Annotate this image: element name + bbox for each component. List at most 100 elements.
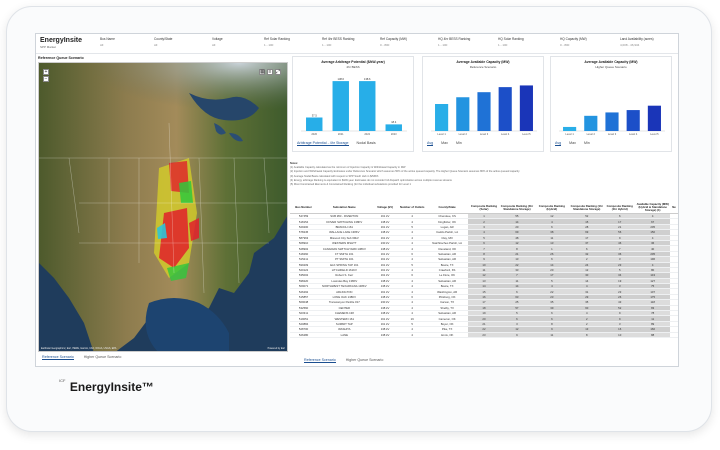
column-header[interactable]: Composite Ranking (1hr Hybrid) [604, 202, 636, 214]
column-header[interactable]: County/State [425, 202, 469, 214]
chart-toggle-button[interactable]: Nodal Basis [357, 141, 376, 146]
filter-value[interactable]: 0 - 800 [380, 43, 407, 47]
bar-chart: Level 1 Level 2 Level 3 Level 4 Level 5 [431, 85, 537, 136]
table-row[interactable]: 532560 CENTER 138 kV 4 Shelby, TX 18 57 39 60 52 8… [290, 305, 678, 312]
chart-bar[interactable] [584, 115, 598, 131]
column-header[interactable]: Composite Ranking (Solar) [468, 202, 500, 214]
chart-title: Average Available Capacity (MW) [584, 60, 638, 64]
table-row[interactable]: 515857 LONE OAK 138KV 138 kV 6 Pittsburg, OK… [290, 294, 678, 301]
chart-bar[interactable] [605, 112, 619, 131]
filter-7[interactable]: HQ Solar Ranking 1 - 100 [498, 37, 524, 47]
filter-value[interactable]: 0 - 800 [560, 43, 587, 47]
chart-bar[interactable] [456, 97, 470, 131]
chart-toggle-button[interactable]: Max [569, 141, 576, 146]
basemap-icon[interactable]: ▦ [259, 69, 265, 75]
filter-label: HQ Solar Ranking [498, 37, 524, 41]
column-header[interactable]: Ne [670, 202, 678, 214]
map-view[interactable]: + − ▦ ≡ ⤢ Earthstar Geographics | Esri, … [38, 62, 288, 352]
chart-toggle-button[interactable]: Avg [427, 141, 434, 146]
column-header[interactable]: Available Capacity (MW) (Hybrid & Standa… [635, 202, 671, 214]
satellite-map[interactable] [39, 63, 288, 352]
tick-label: Level 1 [565, 132, 574, 136]
table-row[interactable]: 526280 LANE 138 kV 4 Annis, OK 23 9 11 8 10 88 [290, 332, 678, 339]
table-row[interactable]: 598220 Lowndes Bay 138KV 138 kV 4 Sebastian,… [290, 278, 678, 285]
table-row[interactable]: 519051 WESTERN 161 161 kV 16 Cameron, OK 20 6 6… [290, 315, 678, 322]
chart-bar[interactable] [359, 81, 376, 131]
table-row[interactable]: 515211 PT SMITH 161 161 kV 4 Sebastian, AR 9 1… [290, 256, 678, 263]
filter-label: HQ 4hr BESS Ranking [438, 37, 471, 41]
column-header[interactable]: Composite Ranking (1hr Standalone Storag… [569, 202, 605, 214]
filter-value[interactable]: All [100, 43, 115, 47]
filter-8[interactable]: HQ Capacity (MW) 0 - 800 [560, 37, 587, 47]
table-row[interactable]: 535002 Robert S. Kerr 161 kV 6 Le Flore, OK 1… [290, 272, 678, 279]
chart-toggle-button[interactable]: Avg [555, 141, 562, 146]
chart-toggle-button[interactable]: Arbitrage Potential - 4hr Storage [297, 141, 349, 146]
filter-value[interactable]: All [212, 43, 223, 47]
column-header[interactable]: Voltage (kV) [371, 202, 399, 214]
filter-6[interactable]: HQ 4hr BESS Ranking 1 - 100 [438, 37, 470, 47]
filter-value[interactable]: 1 - 100 [264, 43, 290, 47]
table-row[interactable]: 599209 ELK SPRING TAP 161 161 kV 5 Bowie, TX… [290, 262, 678, 268]
column-header[interactable]: Substation Name [317, 202, 372, 214]
app-logo: EnergyInsite SPP Market [40, 37, 88, 49]
table-row[interactable]: 578245 WALLACE LAKE 138KV 138 kV 4 Caddo Par… [290, 229, 678, 236]
zoom-out-button[interactable]: − [43, 76, 49, 82]
table-row[interactable]: 587963 Missouri City Sub 69kV 161 kV 4 Clay,… [290, 235, 678, 241]
chart-bar[interactable] [477, 92, 491, 131]
column-header[interactable]: Bus Number [290, 202, 318, 214]
zoom-in-button[interactable]: + [43, 69, 49, 75]
table-row[interactable]: 520884 SUMMIT TAP 161 kV 5 Boyer, OK 21 3 8 2 3 89 [290, 321, 678, 328]
layers-icon[interactable]: ≡ [267, 69, 273, 75]
chart-buttons: Arbitrage Potential - 4hr Storage Nodal B… [297, 141, 376, 146]
table-row[interactable]: 528700 WASHITA 138 kV 4 Pike, TX 22 12 9 13 16 160 [290, 326, 678, 333]
table-row[interactable]: 508910 WESTERN MSHTT 230 kV 4 Natchitoches P… [290, 240, 678, 247]
table-tab-higher-queue-scenario[interactable]: Higher Queue Scenario [346, 358, 384, 363]
chart-bar[interactable] [647, 105, 661, 131]
chart-toggle-button[interactable]: Min [456, 141, 462, 146]
table-row[interactable]: 520122 LITCHFIELD 161KV 161 kV 4 Crawford, K… [290, 267, 678, 274]
table-row[interactable]: 518154 DOVER SWITCHING 138KV 138 kV 4 Kingfi… [290, 218, 678, 225]
filter-value[interactable]: 1 - 100 [322, 43, 354, 47]
column-header[interactable]: Number of Outlets [398, 202, 426, 214]
filter-3[interactable]: Ref Solar Ranking 1 - 100 [264, 37, 290, 47]
chart-bar[interactable] [385, 124, 402, 131]
filter-value[interactable]: 1 - 100 [438, 43, 470, 47]
filter-label: HQ Capacity (MW) [560, 37, 587, 41]
chart-bar[interactable] [332, 81, 349, 131]
filter-value[interactable]: All [154, 43, 172, 47]
chart-bar[interactable] [306, 117, 323, 132]
device-frame: EnergyInsite SPP Market Bus Name All Count… [6, 6, 712, 432]
table-row[interactable]: 518260 FT SMITH 161 161 kV 6 Sebastian, AR 8 2… [290, 251, 678, 258]
table-row[interactable]: 528902 CANADIAN SWITCHYARD 138KV 138 kV 4 Cl… [290, 245, 678, 252]
filter-value[interactable]: 1 - 100 [498, 43, 524, 47]
chart-toggle-button[interactable]: Max [441, 141, 448, 146]
chart-buttons: Avg Max Min [427, 141, 462, 146]
bar-chart: Level 1 Level 2 Level 3 Level 4 Level 5 [559, 105, 665, 136]
chart-bar[interactable] [435, 104, 449, 131]
filter-2[interactable]: Voltage All [212, 37, 223, 47]
fullscreen-icon[interactable]: ⤢ [275, 69, 281, 75]
column-header[interactable]: Composite Ranking (Hybrid) [534, 202, 570, 214]
table-row[interactable]: 520311 CLEMENS 138 138 kV 4 Sebastian, AR 19 5… [290, 310, 678, 317]
chart-bar[interactable] [563, 126, 577, 131]
chart-bar[interactable] [519, 85, 533, 131]
chart-bar[interactable] [498, 87, 512, 131]
filter-0[interactable]: Bus Name All [100, 37, 115, 47]
table-tab-reference-scenario[interactable]: Reference Scenario [304, 358, 336, 363]
tab-reference-scenario[interactable]: Reference Scenario [42, 355, 74, 360]
tab-higher-queue-scenario[interactable]: Higher Queue Scenario [84, 355, 122, 360]
table-row[interactable]: 526292 ARLINGTON 161 kV 4 Washington, AR 15 6 2… [290, 288, 678, 295]
filter-4[interactable]: Ref 4hr BESS Ranking 1 - 100 [322, 37, 354, 47]
app-subtitle: SPP Market [40, 45, 56, 49]
filter-5[interactable]: Ref Capacity (MW) 0 - 800 [380, 37, 407, 47]
chart-bar[interactable] [626, 110, 640, 131]
filter-value[interactable]: 4,008 - 46,934 [620, 43, 654, 47]
filter-9[interactable]: Land Availability (acres) 4,008 - 46,934 [620, 37, 654, 47]
column-header[interactable]: Composite Ranking (4hr Standalone Storag… [499, 202, 535, 214]
table-row[interactable]: 547459 SUB #63 - RIVERTON 161 kV 4 Cherokee,… [290, 213, 678, 220]
filter-1[interactable]: County/State All [154, 37, 172, 47]
table-row[interactable]: 509048 Transcanyon Panhle #17 230 kV 4 Carso… [290, 299, 678, 306]
table-row[interactable]: 529200 BRANCH 161 161 kV 5 Logan, AR 3 20 6 28 21… [290, 224, 678, 231]
chart-toggle-button[interactable]: Min [584, 141, 590, 146]
table-row[interactable]: 509071 NORTHWEST TEXARKANA 138KV 138 kV 4 Bo… [290, 283, 678, 290]
